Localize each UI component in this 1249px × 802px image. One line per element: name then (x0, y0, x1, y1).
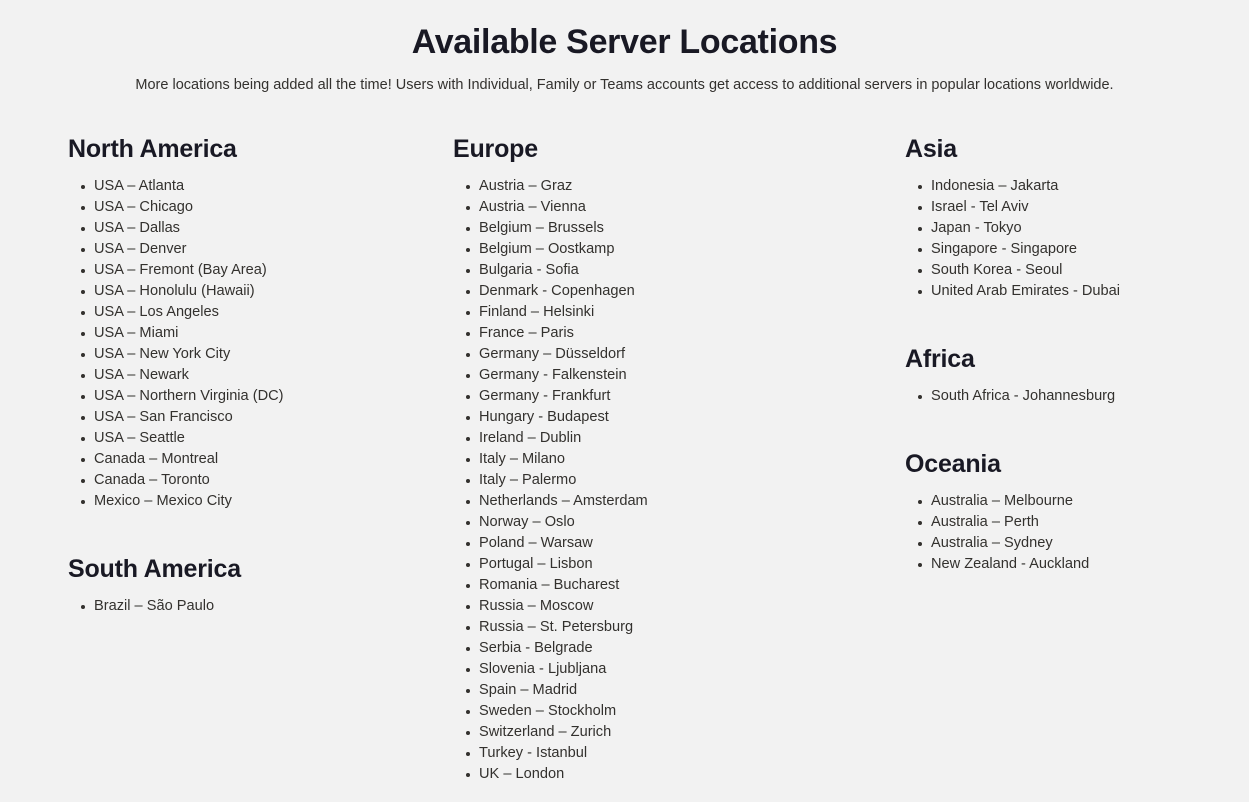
location-list-item: Singapore - Singapore (905, 239, 1077, 260)
location-list-item: South Africa - Johannesburg (905, 386, 1115, 407)
location-list-item: Germany – Düsseldorf (453, 344, 625, 365)
location-list-item: Germany - Falkenstein (453, 365, 627, 386)
location-list-item: Italy – Milano (453, 449, 565, 470)
location-list-item: Bulgaria - Sofia (453, 260, 579, 281)
location-list-item: Australia – Sydney (905, 533, 1053, 554)
region-section-north-america: North America USA – Atlanta USA – Chicago U… (68, 134, 385, 512)
location-list-item: Slovenia - Ljubljana (453, 659, 606, 680)
location-list-item: USA – Dallas (68, 218, 385, 239)
location-list-item: Poland – Warsaw (453, 533, 593, 554)
location-list-item: Finland – Helsinki (453, 302, 594, 323)
location-list-item: Norway – Oslo (453, 512, 575, 533)
location-list-item: Turkey - Istanbul (453, 743, 587, 764)
location-list-item: Brazil – São Paulo (68, 596, 385, 617)
location-list-item: Portugal – Lisbon (453, 554, 593, 575)
location-list-item: USA – Fremont (Bay Area) (68, 260, 385, 281)
location-list-item: Austria – Graz (453, 176, 572, 197)
page-subtitle: More locations being added all the time!… (135, 77, 1114, 93)
location-list-item: Denmark - Copenhagen (453, 281, 635, 302)
location-list-item: Canada – Toronto (68, 470, 385, 491)
location-list-item: Spain – Madrid (453, 680, 577, 701)
location-list-item: Israel - Tel Aviv (905, 197, 1029, 218)
location-list-item: Australia – Perth (905, 512, 1039, 533)
location-list-item: Germany - Frankfurt (453, 386, 610, 407)
location-list-item: Belgium – Brussels (453, 218, 604, 239)
location-list-item: New Zealand - Auckland (905, 554, 1089, 575)
location-list-item: Russia – Moscow (453, 596, 593, 617)
location-list-item: Australia – Melbourne (905, 491, 1073, 512)
location-list-item: Belgium – Oostkamp (453, 239, 614, 260)
location-list-item: Serbia - Belgrade (453, 638, 593, 659)
location-list-item: Ireland – Dublin (453, 428, 581, 449)
location-list-item: Russia – St. Petersburg (453, 617, 633, 638)
location-list-item: South Korea - Seoul (905, 260, 1062, 281)
page-header: Available Server Locations More location… (0, 0, 1249, 96)
server-locations-page: Available Server Locations More location… (0, 0, 1249, 802)
location-list-item: USA – Denver (68, 239, 385, 260)
location-list-item: UK – London (453, 764, 564, 785)
location-list-item: USA – New York City (68, 344, 385, 365)
location-list-item: Switzerland – Zurich (453, 722, 611, 743)
location-list-item: Canada – Montreal (68, 449, 385, 470)
location-list-item: Hungary - Budapest (453, 407, 609, 428)
location-list-item: Indonesia – Jakarta (905, 176, 1058, 197)
location-list: USA – Atlanta USA – Chicago USA – Dallas US… (68, 176, 385, 512)
location-list-item: USA – Seattle (68, 428, 385, 449)
location-list-item: Mexico – Mexico City (68, 491, 385, 512)
location-list-item: USA – Atlanta (68, 176, 385, 197)
location-list-item: Italy – Palermo (453, 470, 576, 491)
location-list-item: USA – Honolulu (Hawaii) (68, 281, 385, 302)
location-list-item: USA – Miami (68, 323, 385, 344)
location-list-item: USA – San Francisco (68, 407, 385, 428)
page-title: Available Server Locations (411, 23, 838, 61)
location-list-item: France – Paris (453, 323, 574, 344)
location-list-item: United Arab Emirates - Dubai (905, 281, 1120, 302)
location-list-item: USA – Newark (68, 365, 385, 386)
location-list-item: Japan - Tokyo (905, 218, 1022, 239)
location-list-item: USA – Chicago (68, 197, 385, 218)
location-list: Brazil – São Paulo (68, 596, 385, 617)
location-list-item: USA – Los Angeles (68, 302, 385, 323)
locations-columns: North America USA – Atlanta USA – Chicago U… (0, 134, 1249, 785)
location-list-item: Netherlands – Amsterdam (453, 491, 648, 512)
location-list-item: Sweden – Stockholm (453, 701, 616, 722)
location-list-item: USA – Northern Virginia (DC) (68, 386, 385, 407)
location-list-item: Romania – Bucharest (453, 575, 619, 596)
location-list-item: Austria – Vienna (453, 197, 586, 218)
